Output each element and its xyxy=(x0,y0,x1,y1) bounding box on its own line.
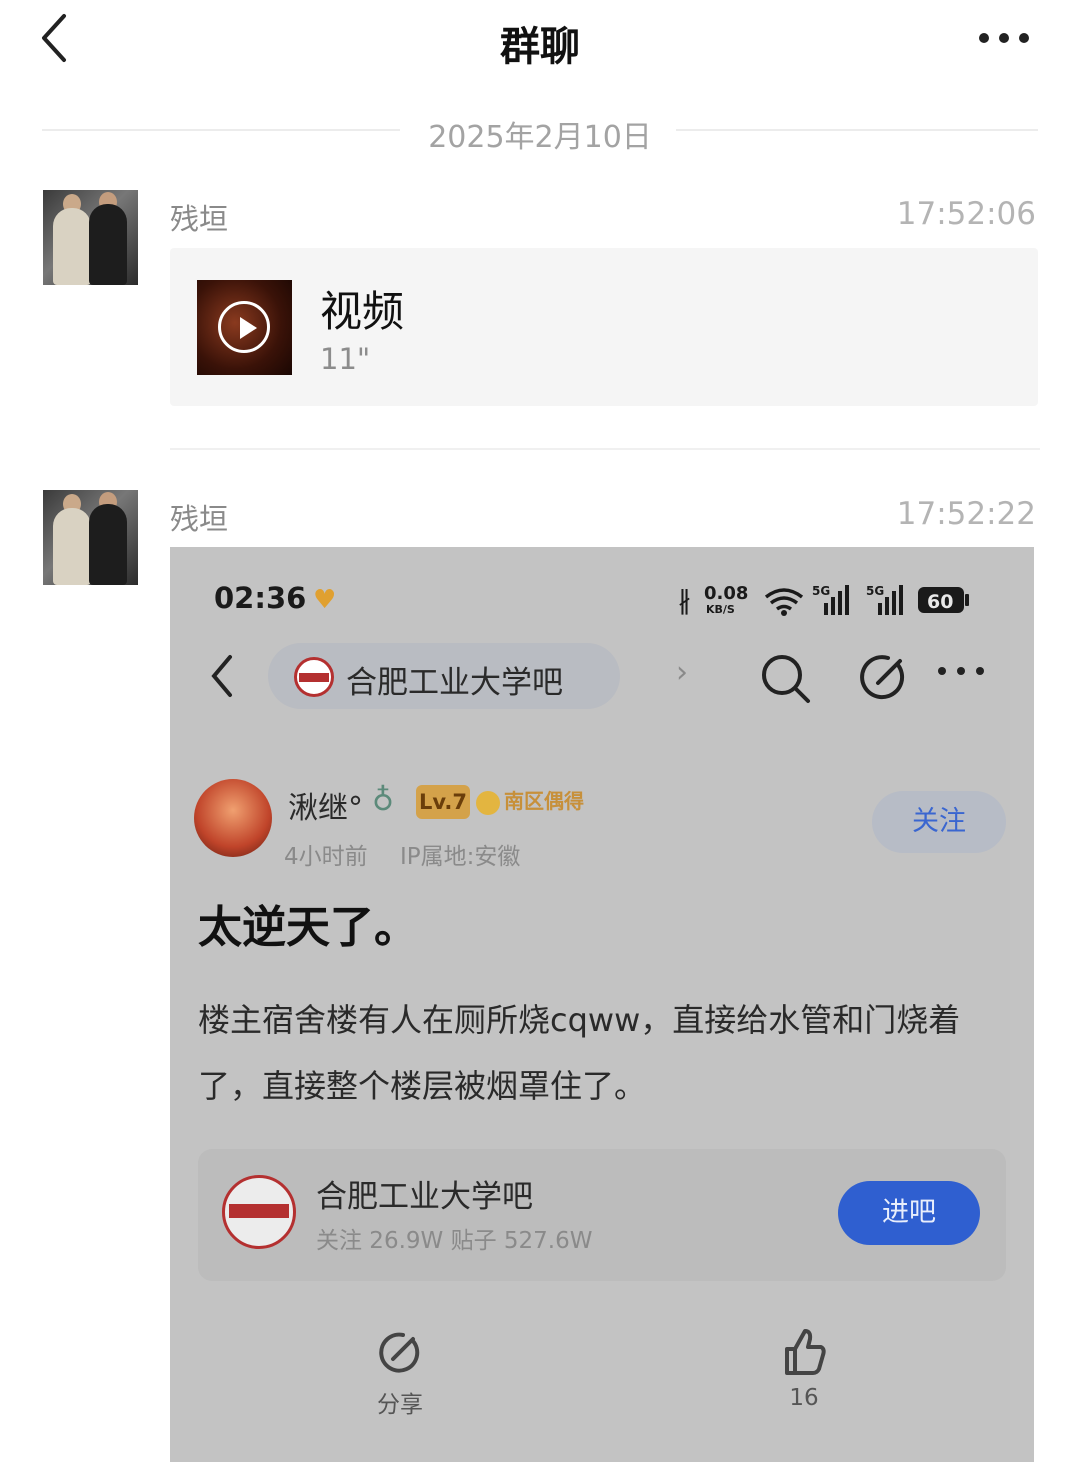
follow-button[interactable]: 关注 xyxy=(872,791,1006,853)
chat-header: 群聊 xyxy=(0,0,1080,80)
video-duration: 11" xyxy=(320,342,371,376)
more-options-icon[interactable] xyxy=(972,18,1036,58)
date-label: 2025年2月10日 xyxy=(428,120,652,155)
sender-name: 残垣 xyxy=(170,502,229,536)
share-icon[interactable] xyxy=(370,1331,430,1381)
video-message-card[interactable]: 视频 11" xyxy=(170,248,1038,406)
search-icon[interactable] xyxy=(758,651,814,711)
sender-avatar[interactable] xyxy=(43,190,138,285)
more-options-icon[interactable] xyxy=(934,661,988,685)
message-timestamp: 17:52:06 xyxy=(896,196,1036,232)
status-bar-icons: ∦ 0.08 KB/S 5G 5G 60 xyxy=(674,581,984,617)
chevron-right-icon: › xyxy=(676,655,688,690)
edit-icon[interactable] xyxy=(858,651,910,707)
post-body: 楼主宿舍楼有人在厕所烧cqww，直接给水管和门烧着了，直接整个楼层被烟罩住了。 xyxy=(198,1001,961,1105)
like-count: 16 xyxy=(789,1385,819,1411)
forum-logo-icon xyxy=(222,1175,296,1249)
forum-pill[interactable]: 合肥工业大学吧 › xyxy=(268,643,688,709)
sender-name: 残垣 xyxy=(170,202,229,236)
message-timestamp: 17:52:22 xyxy=(896,496,1036,532)
share-label[interactable]: 分享 xyxy=(370,1385,430,1419)
user-avatar[interactable] xyxy=(194,779,272,857)
network-speed: 0.08 xyxy=(704,583,748,604)
heart-icon: ♥ xyxy=(313,585,337,615)
back-chevron-icon[interactable] xyxy=(204,651,240,705)
forum-logo-icon xyxy=(294,657,334,697)
user-name[interactable]: 湫继° xyxy=(288,783,363,827)
date-divider: 2025年2月10日 xyxy=(42,110,1038,155)
svg-text:∦: ∦ xyxy=(678,586,691,616)
forum-card-stats: 关注 26.9W 贴子 527.6W xyxy=(316,1228,593,1254)
ip-location: IP属地:安徽 xyxy=(400,844,521,870)
video-thumbnail[interactable] xyxy=(197,280,292,375)
thumbs-up-icon[interactable] xyxy=(774,1325,834,1383)
network-unit: KB/S xyxy=(706,603,735,616)
enter-forum-button[interactable]: 进吧 xyxy=(838,1181,980,1245)
post-time: 4小时前 xyxy=(284,844,368,870)
sender-avatar[interactable] xyxy=(43,490,138,585)
video-title: 视频 xyxy=(320,287,405,336)
status-time: 02:36 xyxy=(214,581,307,615)
ring-icon: ♁ xyxy=(372,783,394,818)
signal-5g-label-2: 5G xyxy=(866,584,884,598)
badge-icon xyxy=(476,790,500,815)
battery-level: 60 xyxy=(927,591,953,613)
level-badge: Lv.7 xyxy=(416,785,470,819)
forum-card-name: 合肥工业大学吧 xyxy=(316,1179,533,1215)
post-title: 太逆天了。 xyxy=(198,902,418,953)
divider-line xyxy=(676,129,1038,131)
play-icon xyxy=(218,301,270,353)
page-title: 群聊 xyxy=(500,24,580,70)
screenshot-image-message[interactable]: 02:36 ♥ ∦ 0.08 KB/S 5G 5G 60 合肥工业大学吧 › 湫… xyxy=(170,547,1034,1462)
signal-5g-label: 5G xyxy=(812,584,830,598)
message-separator xyxy=(170,448,1040,450)
forum-card[interactable]: 合肥工业大学吧 关注 26.9W 贴子 527.6W 进吧 xyxy=(198,1149,1006,1281)
forum-pill-label: 合肥工业大学吧 xyxy=(346,665,563,701)
title-badge: 南区偶得 xyxy=(476,785,584,815)
